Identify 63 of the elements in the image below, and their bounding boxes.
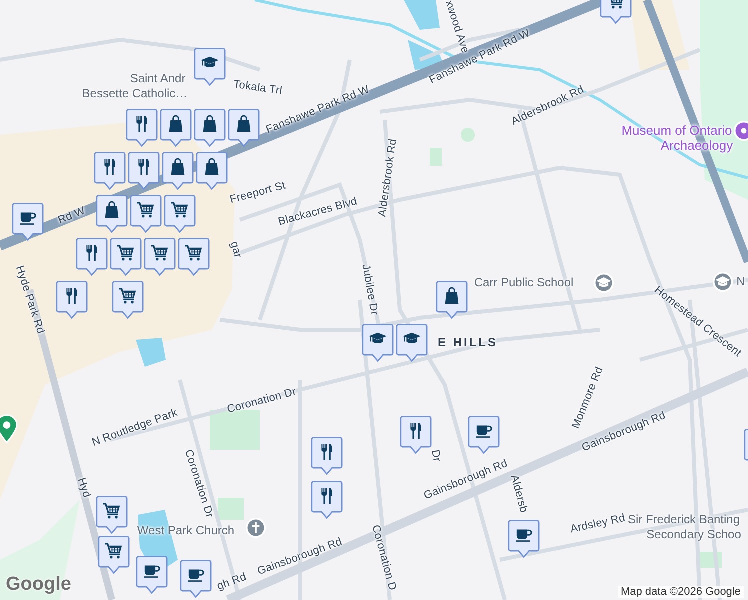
graduation-cap-icon: [369, 332, 387, 344]
park-area: [461, 128, 475, 142]
coffee-cup-icon: [188, 570, 204, 582]
coffee-cup-icon: [20, 212, 36, 225]
street-label: gar: [228, 240, 244, 260]
street-label: Aldersbrook Rd: [376, 138, 400, 218]
coffee-cup-icon: [476, 426, 492, 438]
shopping-cart-icon: [137, 202, 154, 218]
commercial-area: [630, 0, 690, 70]
fork-and-knife-icon: [104, 159, 116, 176]
location-pin-icon[interactable]: [0, 414, 18, 444]
park-area: [430, 148, 442, 166]
street-label: Ardsley Rd: [569, 512, 627, 536]
street-label: Hyde Park Rd: [13, 264, 47, 336]
shopping-bag-icon: [169, 115, 183, 132]
place-label: Sir Frederick Banting: [628, 513, 740, 527]
pond: [404, 0, 440, 30]
shopping-cart-icon: [119, 288, 136, 304]
street-label: Hyd: [75, 476, 93, 500]
cross-marker-icon[interactable]: [245, 517, 267, 539]
shopping-bag-icon: [445, 287, 459, 304]
map-attribution: Map data ©2026 Google: [618, 586, 744, 598]
street-label: Freeport St: [228, 180, 288, 206]
school-marker-icon[interactable]: [712, 271, 734, 293]
neighbourhood-label: E HILLS: [438, 336, 498, 350]
shopping-bag-icon: [203, 115, 217, 132]
shopping-bag-icon: [105, 201, 119, 218]
street-label: Tokala Trl: [232, 78, 284, 98]
street-label: Rd W: [56, 205, 88, 227]
fork-and-knife-icon: [322, 444, 332, 460]
shopping-cart-icon: [103, 503, 120, 519]
street-label: Dr: [429, 449, 443, 463]
graduation-cap-icon: [201, 56, 219, 68]
shopping-cart-icon: [117, 245, 134, 261]
shopping-cart-icon: [185, 245, 202, 261]
coffee-cup-icon: [144, 566, 160, 578]
map-logo: Google: [6, 574, 72, 596]
fork-and-knife-icon: [138, 159, 150, 176]
shopping-cart-icon: [105, 543, 122, 559]
fork-and-knife-icon: [322, 488, 332, 504]
school-label: N: [736, 275, 746, 289]
school-marker-icon[interactable]: [593, 272, 615, 294]
place-label: Saint Andr: [130, 72, 186, 86]
shopping-bag-icon: [171, 158, 185, 176]
street-label: Jubilee Dr: [360, 264, 380, 316]
fork-and-knife-icon: [86, 245, 98, 262]
fork-and-knife-icon: [410, 423, 422, 440]
museum-label: Archaeology: [660, 138, 734, 154]
shopping-cart-icon: [171, 202, 188, 218]
place-label: Bessette Catholic…: [82, 87, 188, 101]
coffee-cup-icon: [516, 530, 532, 542]
shopping-bag-icon: [205, 158, 219, 176]
fork-and-knife-icon: [66, 288, 78, 304]
street-label: gh Rd: [216, 571, 248, 593]
school-label: Carr Public School: [474, 276, 574, 290]
graduation-cap-icon: [403, 332, 421, 344]
street-label: Aldersb: [508, 474, 530, 514]
shopping-bag-icon: [237, 115, 251, 132]
pond: [136, 338, 166, 367]
park-area: [218, 498, 244, 520]
place-label: Secondary Schoo: [646, 528, 742, 542]
shopping-cart-icon: [151, 245, 168, 261]
fork-and-knife-icon: [136, 116, 148, 132]
